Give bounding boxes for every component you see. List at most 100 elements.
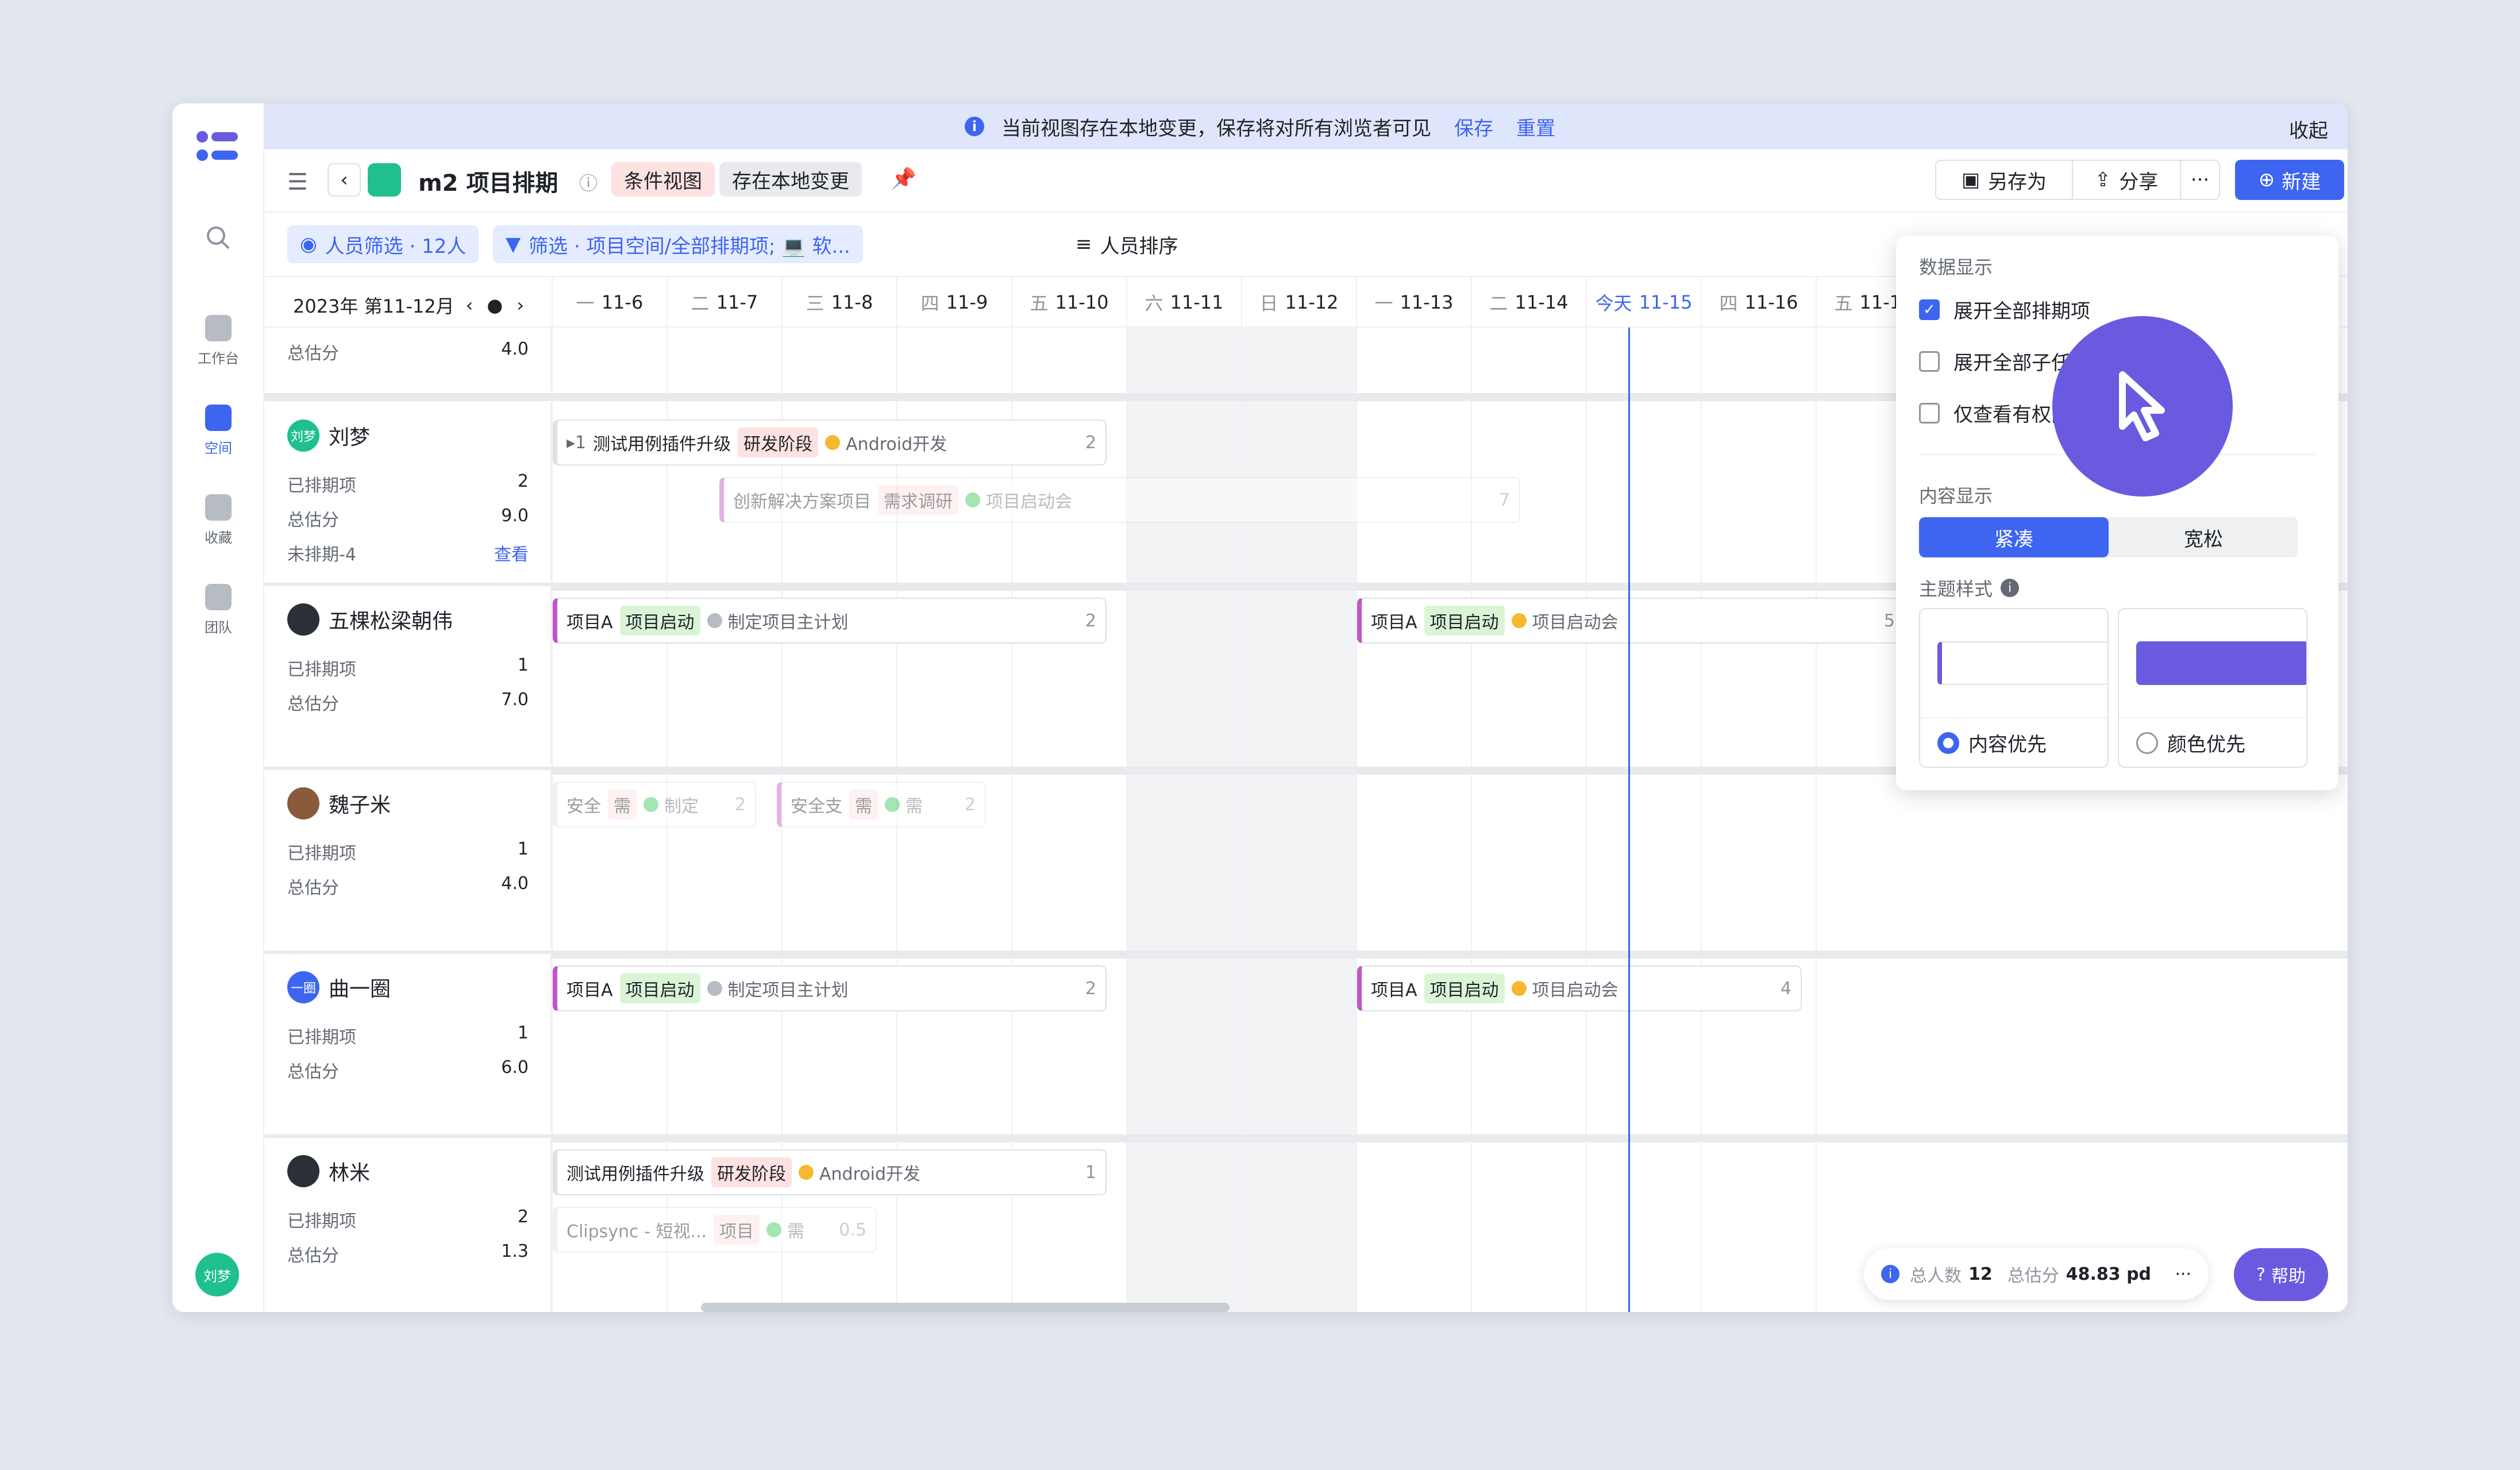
tag-local-change[interactable]: 存在本地变更 (719, 162, 862, 197)
status-dot-icon (707, 981, 722, 996)
stat-value[interactable]: 查看 (494, 540, 529, 565)
schedule-bar[interactable]: 安全需 制定 2 (553, 782, 756, 828)
person-name: 林米 (287, 1155, 370, 1187)
save-as-button[interactable]: ▣ 另存为 (1935, 160, 2073, 200)
stat-value: 7.0 (501, 690, 529, 710)
left-rail: 工作台 空间 收藏 团队 刘梦 (172, 103, 264, 1312)
schedule-bar[interactable]: 项目A 项目启动 项目启动会 5 (1357, 598, 1905, 644)
person-row: 林米 已排期项 2 总估分 1.3 (264, 1138, 552, 1312)
theme-preview (1937, 641, 2107, 685)
row-separator (264, 1134, 2348, 1142)
bar-title: 测试用例插件升级 (593, 434, 731, 455)
back-button[interactable]: ‹ (327, 163, 361, 197)
rail-label: 工作台 (198, 351, 239, 367)
expand-all-checkbox[interactable]: ✓ 展开全部排期项 (1919, 295, 2090, 324)
day-header: 五 11-10 (1011, 277, 1126, 328)
date-label: 11-8 (831, 291, 873, 313)
person-stat: 总估分 4.0 (287, 873, 529, 899)
search-icon[interactable] (205, 224, 232, 252)
total-score-value: 48.83 pd (2066, 1264, 2152, 1284)
schedule-bar[interactable]: ▸1 测试用例插件升级 研发阶段 Android开发 2 (553, 420, 1107, 465)
new-button[interactable]: ⊕ 新建 (2235, 160, 2344, 200)
info-icon[interactable]: i (2001, 579, 2020, 597)
bar-title: 项目A (1371, 613, 1417, 633)
schedule-bar[interactable]: 测试用例插件升级 研发阶段 Android开发 1 (553, 1149, 1107, 1195)
help-button[interactable]: ? 帮助 (2234, 1248, 2328, 1301)
reset-link[interactable]: 重置 (1516, 113, 1555, 141)
person-row: 一圈 曲一圈 已排期项 1 总估分 6.0 (264, 954, 552, 1132)
day-header: 一 11-6 (552, 277, 666, 328)
date-label: 11-13 (1400, 291, 1454, 313)
theme-content-label: 内容优先 (1968, 733, 2047, 756)
prev-icon[interactable]: ‹ (466, 294, 473, 316)
tag-condition-view[interactable]: 条件视图 (611, 162, 715, 197)
card-divider (1920, 717, 2107, 718)
share-button[interactable]: ⇪ 分享 (2072, 160, 2181, 200)
row-separator (264, 951, 2348, 959)
help-label: 帮助 (2271, 1267, 2306, 1287)
sidebar-toggle-icon[interactable]: ☰ (287, 169, 308, 195)
stat-key: 总估分 (287, 694, 339, 714)
bar-stage-tag: 项目启动 (1424, 973, 1505, 1003)
compact-option[interactable]: 紧凑 (1919, 517, 2109, 557)
bar-stage-tag: 项目 (714, 1215, 760, 1245)
expand-toggle[interactable]: ▸1 (567, 433, 586, 453)
bar-stage-tag: 项目启动 (1424, 606, 1505, 636)
rail-item-team[interactable]: 团队 (172, 584, 264, 636)
people-filter-chip[interactable]: ◉ 人员筛选 · 12人 (287, 225, 479, 263)
schedule-bar[interactable]: 项目A 项目启动 制定项目主计划 2 (553, 598, 1107, 644)
today-dot-icon[interactable]: ● (487, 294, 503, 316)
stat-value: 2 (517, 471, 529, 491)
theme-color-radio[interactable]: 颜色优先 (2136, 729, 2245, 757)
save-link[interactable]: 保存 (1454, 113, 1493, 141)
view-title: m2 项目排期 (418, 170, 558, 197)
sort-chip[interactable]: ≡ 人员排序 (1063, 225, 1191, 263)
more-button[interactable]: ··· (2180, 160, 2220, 200)
schedule-bar[interactable]: 项目A 项目启动 制定项目主计划 2 (553, 965, 1107, 1011)
stat-key: 总估分 (287, 510, 339, 530)
copy-icon: ▣ (1961, 168, 1980, 191)
person-name: 魏子米 (287, 787, 391, 819)
loose-option[interactable]: 宽松 (2109, 517, 2298, 557)
local-change-banner: i 当前视图存在本地变更，保存将对所有浏览者可见 保存 重置 收起 (172, 103, 2348, 149)
next-icon[interactable]: › (517, 294, 524, 316)
radio-icon (1937, 732, 1959, 754)
new-label: 新建 (2282, 170, 2321, 194)
day-header: 日 11-12 (1241, 277, 1356, 328)
weekday-label: 二 (1489, 293, 1508, 314)
weekday-label: 四 (1719, 293, 1738, 314)
theme-content-radio[interactable]: 内容优先 (1937, 729, 2047, 757)
theme-title: 主题样式 i (1919, 575, 2020, 601)
horizontal-scrollbar[interactable] (701, 1303, 1230, 1312)
rail-item-favorites[interactable]: 收藏 (172, 494, 264, 547)
day-header: 六 11-11 (1126, 277, 1241, 328)
bar-stage-tag: 研发阶段 (738, 428, 819, 457)
pin-icon[interactable]: 📌 (891, 167, 916, 191)
stat-value: 4.0 (501, 873, 529, 894)
schedule-bar[interactable]: 创新解决方案项目 需求调研 项目启动会 7 (719, 477, 1520, 523)
filter-chip[interactable]: ▼ 筛选 · 项目空间/全部排期项; 💻 软... (493, 225, 863, 263)
bar-stage-tag: 项目启动 (619, 973, 700, 1003)
option-label: 展开全部排期项 (1953, 300, 2090, 323)
day-column (1241, 328, 1356, 1312)
bar-status: 项目启动会 (1532, 980, 1619, 1000)
person-stat: 已排期项 2 (287, 471, 529, 497)
app-window: i 当前视图存在本地变更，保存将对所有浏览者可见 保存 重置 收起 工作台 空间… (172, 103, 2348, 1312)
schedule-bar[interactable]: Clipsync - 短视... 项目 需 0.5 (553, 1207, 877, 1253)
share-label: 分享 (2119, 170, 2159, 194)
status-dot-icon (965, 492, 980, 507)
rail-item-workbench[interactable]: 工作台 (172, 315, 264, 367)
more-icon[interactable]: ··· (2175, 1264, 2191, 1284)
day-column (1701, 328, 1816, 1312)
user-avatar[interactable]: 刘梦 (195, 1253, 239, 1296)
collapse-button[interactable]: 收起 (2289, 115, 2328, 143)
day-header: 四 11-9 (896, 277, 1011, 328)
rail-item-space[interactable]: 空间 (172, 405, 264, 457)
person-stat: 总估分 4.0 (287, 339, 529, 364)
schedule-bar[interactable]: 安全支需需 2 (777, 782, 986, 828)
info-icon[interactable]: ⓘ (579, 169, 598, 195)
theme-content-first-card[interactable]: 内容优先 (1919, 608, 2109, 768)
theme-color-first-card[interactable]: 颜色优先 (2118, 608, 2307, 768)
schedule-bar[interactable]: 项目A 项目启动 项目启动会 4 (1357, 965, 1802, 1011)
person-stat: 已排期项 1 (287, 1023, 529, 1048)
